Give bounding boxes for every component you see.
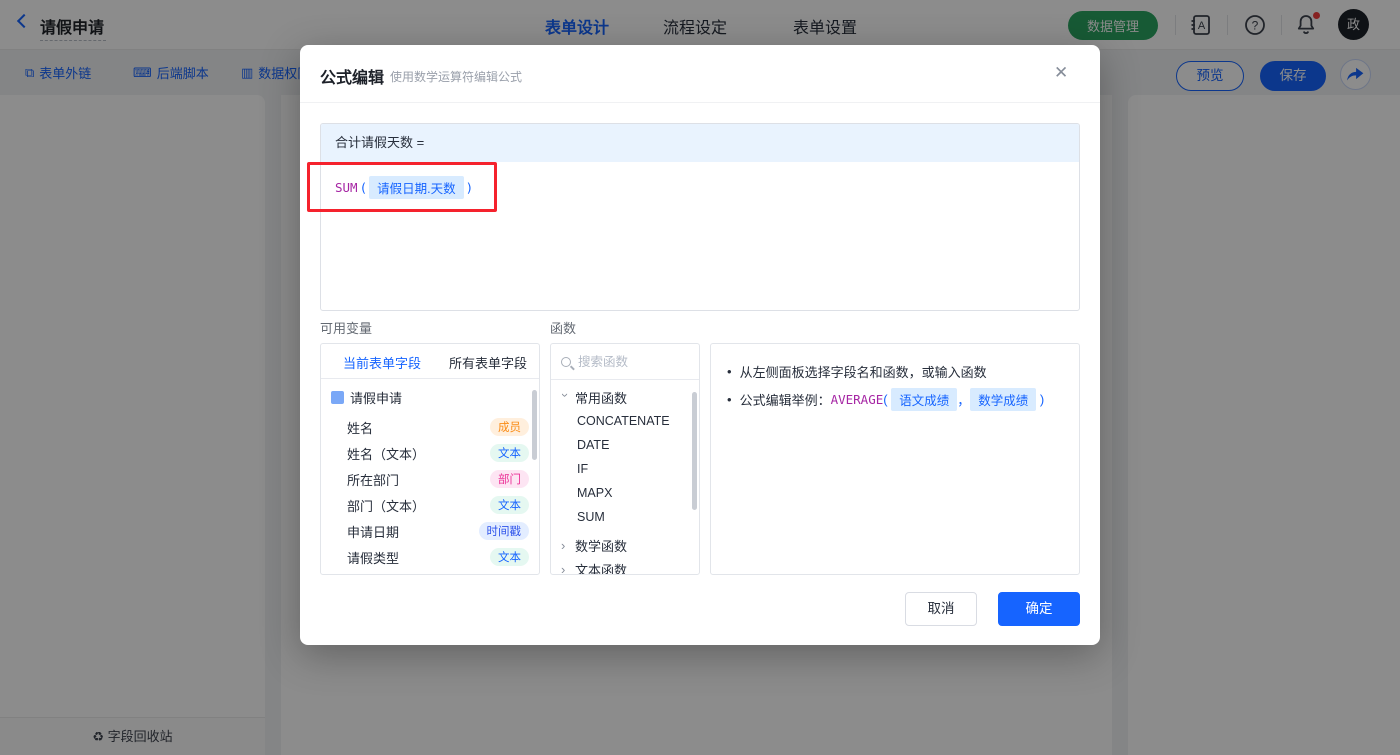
function-item-concatenate[interactable]: CONCATENATE — [577, 414, 670, 428]
variable-row-name-text[interactable]: 姓名（文本）文本 — [347, 440, 529, 466]
formula-target-bar: 合计请假天数 = — [321, 124, 1079, 162]
type-badge: 文本 — [490, 548, 529, 566]
app-window: 请假申请 表单设计 流程设定 表单设置 数据管理 A ? 政 ⧉ 表单外链 ⌨ … — [0, 0, 1400, 755]
variable-row-department-text[interactable]: 部门（文本）文本 — [347, 492, 529, 518]
formula-field-token[interactable]: 请假日期.天数 — [369, 176, 463, 199]
modal-subtitle: 使用数学运算符编辑公式 — [390, 68, 522, 85]
variable-row-department[interactable]: 所在部门部门 — [347, 466, 529, 492]
example-token-2: 数学成绩 — [970, 388, 1036, 411]
type-badge: 时间戳 — [479, 522, 530, 540]
chevron-right-icon: › — [561, 562, 570, 575]
formula-edit-modal: 公式编辑 使用数学运算符编辑公式 ✕ 合计请假天数 = SUM ( 请假日期.天… — [300, 45, 1100, 645]
bullet-icon: • — [727, 392, 732, 407]
form-doc-icon — [331, 391, 344, 404]
tip-line-2: • 公式编辑举例： AVERAGE ( 语文成绩 ， 数学成绩 ) — [727, 388, 1044, 411]
formula-editor[interactable]: 合计请假天数 = SUM ( 请假日期.天数 ) — [320, 123, 1080, 311]
variables-panel-label: 可用变量 — [320, 318, 372, 337]
function-item-mapx[interactable]: MAPX — [577, 486, 612, 500]
functions-scrollbar[interactable] — [692, 392, 697, 510]
functions-panel-label: 函数 — [550, 318, 576, 337]
variable-row-leave-type[interactable]: 请假类型文本 — [347, 544, 529, 570]
function-group-common[interactable]: ›常用函数 — [561, 388, 627, 407]
bullet-icon: • — [727, 364, 732, 379]
search-icon — [561, 357, 571, 367]
example-token-1: 语文成绩 — [891, 388, 957, 411]
type-badge: 部门 — [490, 470, 529, 488]
formula-function-name: SUM — [335, 180, 358, 195]
modal-title: 公式编辑 — [320, 64, 384, 88]
confirm-button[interactable]: 确定 — [998, 592, 1080, 626]
type-badge: 文本 — [490, 444, 529, 462]
close-icon[interactable]: ✕ — [1054, 63, 1068, 83]
cancel-button[interactable]: 取消 — [905, 592, 977, 626]
tab-all-form-fields[interactable]: 所有表单字段 — [449, 353, 527, 372]
chevron-right-icon: › — [561, 538, 570, 553]
tab-current-form-fields[interactable]: 当前表单字段 — [343, 353, 421, 372]
function-search-input[interactable] — [578, 355, 668, 369]
functions-panel: ›常用函数 CONCATENATE DATE IF MAPX SUM ›数学函数… — [550, 343, 700, 575]
chevron-down-icon: › — [558, 393, 573, 402]
tip-line-1: • 从左侧面板选择字段名和函数，或输入函数 — [727, 362, 987, 381]
function-search — [551, 344, 699, 380]
function-item-date[interactable]: DATE — [577, 438, 609, 452]
type-badge: 文本 — [490, 496, 529, 514]
modal-header-divider — [300, 102, 1100, 103]
variable-row-apply-date[interactable]: 申请日期时间戳 — [347, 518, 529, 544]
formula-expression[interactable]: SUM ( 请假日期.天数 ) — [335, 176, 473, 199]
variables-scrollbar[interactable] — [532, 390, 537, 460]
variables-panel: 当前表单字段 所有表单字段 请假申请 姓名成员 姓名（文本）文本 所在部门部门 … — [320, 343, 540, 575]
function-group-math[interactable]: ›数学函数 — [561, 536, 627, 555]
function-group-text[interactable]: ›文本函数 — [561, 560, 627, 575]
tips-panel: • 从左侧面板选择字段名和函数，或输入函数 • 公式编辑举例： AVERAGE … — [710, 343, 1080, 575]
function-item-if[interactable]: IF — [577, 462, 588, 476]
function-item-sum[interactable]: SUM — [577, 510, 605, 524]
variables-tree-root[interactable]: 请假申请 — [331, 388, 402, 407]
variable-row-name[interactable]: 姓名成员 — [347, 414, 529, 440]
type-badge: 成员 — [490, 418, 529, 436]
example-function-name: AVERAGE — [831, 392, 884, 407]
variables-tabs-divider — [321, 378, 539, 379]
